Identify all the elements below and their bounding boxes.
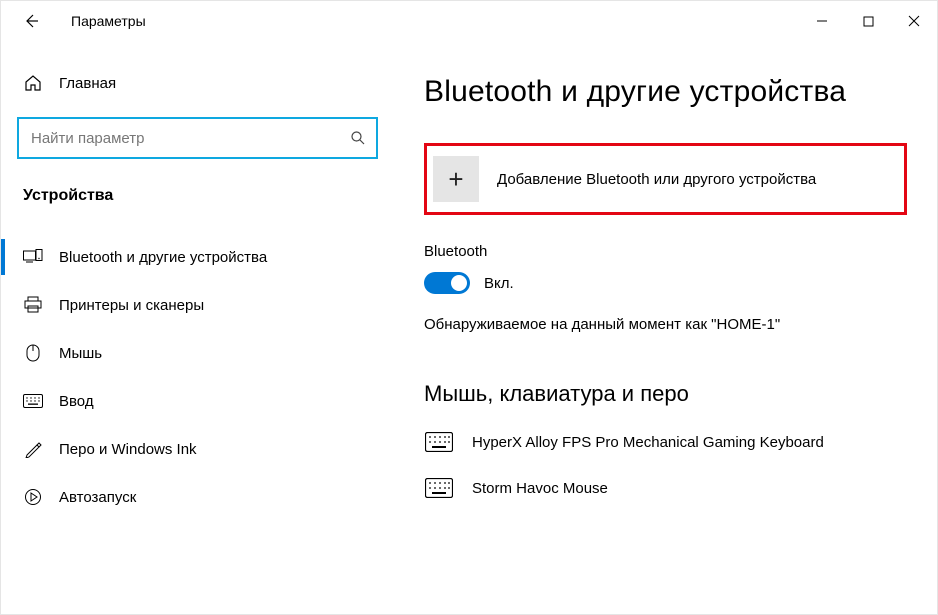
sidebar-item-label: Bluetooth и другие устройства xyxy=(59,249,267,266)
home-label: Главная xyxy=(59,75,116,92)
devices-icon xyxy=(23,247,43,267)
sidebar-item-bluetooth[interactable]: Bluetooth и другие устройства xyxy=(1,233,394,281)
sidebar-item-label: Принтеры и сканеры xyxy=(59,297,204,314)
plus-icon: + xyxy=(433,156,479,202)
keyboard-icon xyxy=(424,431,454,453)
arrow-left-icon xyxy=(23,13,39,29)
search-box[interactable] xyxy=(19,119,376,157)
scrollbar[interactable] xyxy=(923,41,937,614)
home-nav-item[interactable]: Главная xyxy=(1,65,394,101)
mouse-icon xyxy=(23,343,43,363)
window-title: Параметры xyxy=(71,13,146,29)
minimize-button[interactable] xyxy=(799,5,845,37)
maximize-button[interactable] xyxy=(845,5,891,37)
bluetooth-section-label: Bluetooth xyxy=(424,243,907,260)
sidebar: Главная Устройства Bluetooth и другие ус… xyxy=(1,41,394,614)
device-name: Storm Havoc Mouse xyxy=(472,480,608,497)
page-title: Bluetooth и другие устройства xyxy=(424,75,907,109)
add-device-label: Добавление Bluetooth или другого устройс… xyxy=(497,171,816,188)
search-icon xyxy=(350,130,366,146)
back-button[interactable] xyxy=(13,3,49,39)
sidebar-item-label: Ввод xyxy=(59,393,94,410)
sidebar-item-label: Мышь xyxy=(59,345,102,362)
device-row[interactable]: HyperX Alloy FPS Pro Mechanical Gaming K… xyxy=(424,425,907,471)
window-controls xyxy=(799,5,937,37)
bluetooth-toggle-state: Вкл. xyxy=(484,275,514,292)
titlebar: Параметры xyxy=(1,1,937,41)
category-header: Устройства xyxy=(1,179,394,213)
discoverable-text: Обнаруживаемое на данный момент как "HOM… xyxy=(424,316,907,333)
bluetooth-toggle[interactable] xyxy=(424,272,470,294)
sidebar-item-mouse[interactable]: Мышь xyxy=(1,329,394,377)
keyboard-icon xyxy=(424,477,454,499)
printer-icon xyxy=(23,295,43,315)
devices-sub-heading: Мышь, клавиатура и перо xyxy=(424,381,907,407)
sidebar-item-printers[interactable]: Принтеры и сканеры xyxy=(1,281,394,329)
search-input[interactable] xyxy=(19,119,376,157)
maximize-icon xyxy=(863,16,874,27)
keyboard-icon xyxy=(23,391,43,411)
device-row[interactable]: Storm Havoc Mouse xyxy=(424,471,907,517)
device-name: HyperX Alloy FPS Pro Mechanical Gaming K… xyxy=(472,434,824,451)
bluetooth-toggle-row: Вкл. xyxy=(424,272,907,294)
minimize-icon xyxy=(816,15,828,27)
sidebar-item-label: Автозапуск xyxy=(59,489,136,506)
autoplay-icon xyxy=(23,487,43,507)
home-icon xyxy=(23,73,43,93)
sidebar-item-pen[interactable]: Перо и Windows Ink xyxy=(1,425,394,473)
add-device-button[interactable]: + Добавление Bluetooth или другого устро… xyxy=(424,143,907,215)
pen-icon xyxy=(23,439,43,459)
sidebar-item-label: Перо и Windows Ink xyxy=(59,441,197,458)
close-icon xyxy=(908,15,920,27)
sidebar-item-autoplay[interactable]: Автозапуск xyxy=(1,473,394,521)
sidebar-item-typing[interactable]: Ввод xyxy=(1,377,394,425)
close-button[interactable] xyxy=(891,5,937,37)
main-content: Bluetooth и другие устройства + Добавлен… xyxy=(394,41,937,614)
